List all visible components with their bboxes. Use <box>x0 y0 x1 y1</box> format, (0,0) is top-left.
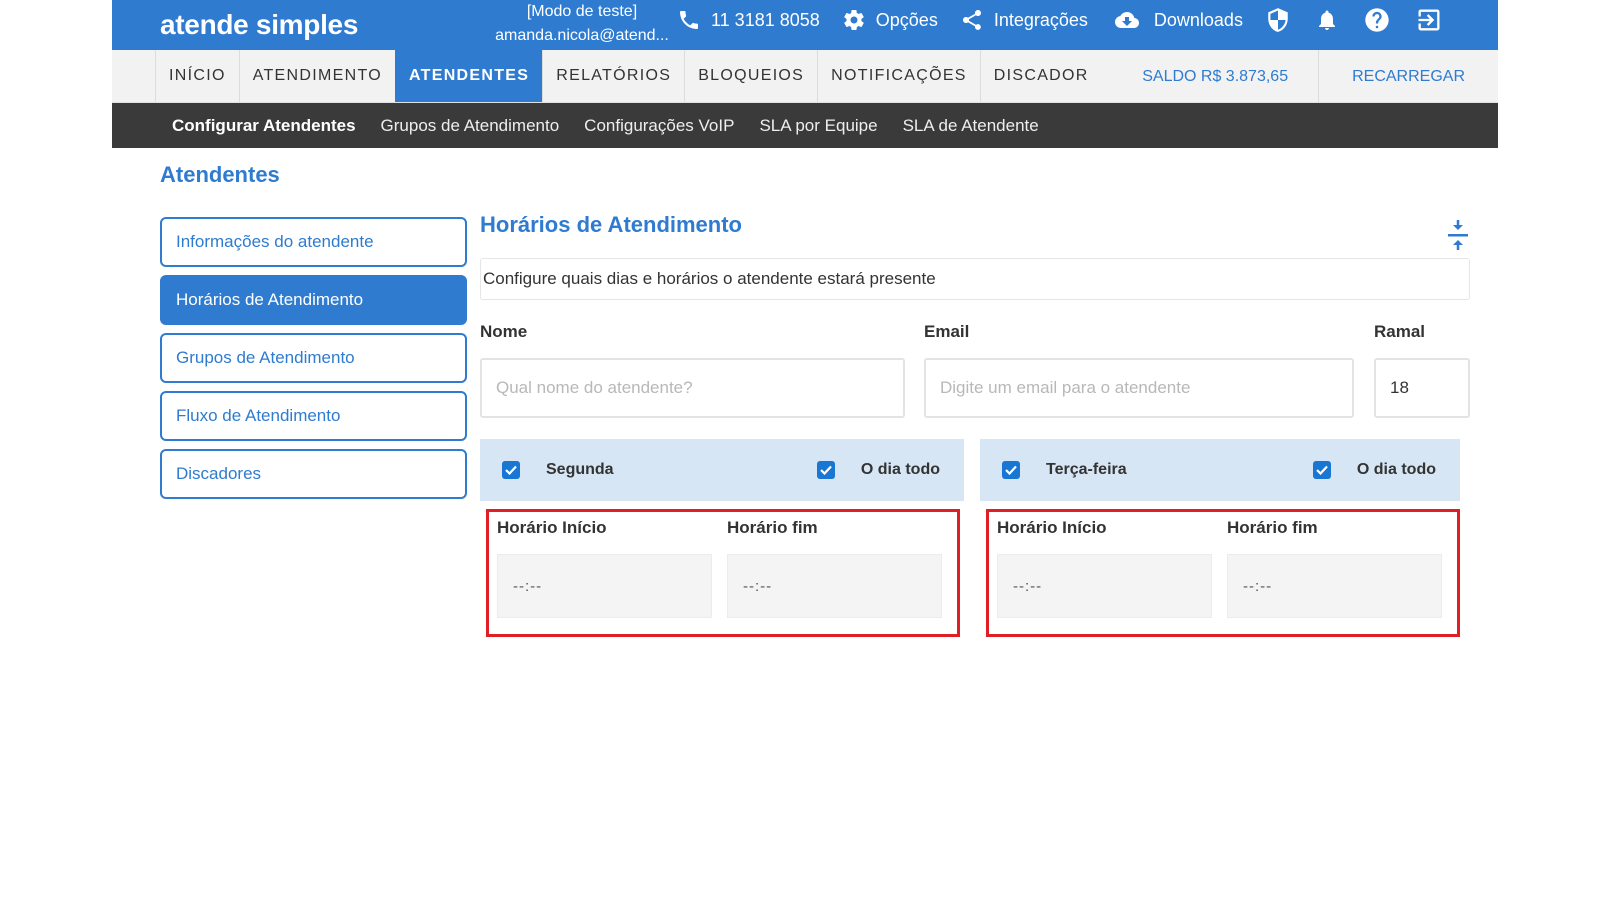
email-field-group: Email <box>924 322 1354 418</box>
subnav-sla-de-atendente[interactable]: SLA de Atendente <box>903 116 1039 136</box>
start-time-group: Horário Início --:-- <box>997 518 1212 618</box>
shield-icon <box>1268 8 1288 32</box>
help-icon <box>1365 8 1389 32</box>
time-range-highlight: Horário Início --:-- Horário fim --:-- <box>986 509 1460 637</box>
day-checkbox[interactable] <box>502 461 520 479</box>
end-time-label: Horário fim <box>1227 518 1318 537</box>
top-actions: 11 3181 8058 Opções Integrações Download… <box>677 0 1467 40</box>
collapse-icon[interactable] <box>1446 218 1470 252</box>
end-time-input[interactable]: --:-- <box>1227 554 1442 618</box>
subnav-configurar-atendentes[interactable]: Configurar Atendentes <box>172 116 356 136</box>
balance-link[interactable]: SALDO R$ 3.873,65 <box>1082 50 1318 103</box>
day-card-segunda: Segunda O dia todo Horário Início --:-- <box>480 439 964 637</box>
nav-right: SALDO R$ 3.873,65 RECARREGAR <box>1082 50 1498 103</box>
start-time-label: Horário Início <box>497 518 607 537</box>
logout-button[interactable] <box>1415 6 1443 34</box>
start-time-group: Horário Início --:-- <box>497 518 712 618</box>
options-label: Opções <box>875 9 938 30</box>
day-header: Segunda O dia todo <box>480 439 964 501</box>
share-icon <box>962 10 981 30</box>
end-time-input[interactable]: --:-- <box>727 554 942 618</box>
bell-icon <box>1318 10 1335 30</box>
start-time-input[interactable]: --:-- <box>497 554 712 618</box>
nav-atendimento[interactable]: ATENDIMENTO <box>238 50 395 102</box>
day-name: Terça-feira <box>1046 461 1127 478</box>
time-range-highlight: Horário Início --:-- Horário fim --:-- <box>486 509 960 637</box>
content-panel: Horários de Atendimento Configure quais … <box>480 212 1470 649</box>
end-time-group: Horário fim --:-- <box>727 518 942 618</box>
section-description: Configure quais dias e horários o atende… <box>480 258 1470 300</box>
allday-label: O dia todo <box>860 461 940 478</box>
day-checkbox[interactable] <box>1002 461 1020 479</box>
day-name: Segunda <box>546 461 614 478</box>
help-button[interactable] <box>1363 6 1391 34</box>
email-label: Email <box>924 322 970 341</box>
allday-toggle: O dia todo <box>816 439 940 501</box>
notifications-button[interactable] <box>1315 7 1339 33</box>
side-item-grupos[interactable]: Grupos de Atendimento <box>160 333 467 383</box>
subnav-sla-por-equipe[interactable]: SLA por Equipe <box>759 116 877 136</box>
app-frame: atende simples [Modo de teste] amanda.ni… <box>112 0 1498 900</box>
check-icon <box>820 465 832 475</box>
nav-inicio[interactable]: INÍCIO <box>155 50 239 102</box>
page-title: Atendentes <box>160 162 280 187</box>
phone-icon <box>680 11 698 29</box>
start-time-input[interactable]: --:-- <box>997 554 1212 618</box>
allday-checkbox[interactable] <box>816 461 835 479</box>
downloads-label: Downloads <box>1153 9 1243 30</box>
day-card-terca: Terça-feira O dia todo Horário Início --… <box>980 439 1460 637</box>
section-title: Horários de Atendimento <box>480 212 742 237</box>
subnav-grupos-de-atendimento[interactable]: Grupos de Atendimento <box>381 116 560 136</box>
options-button[interactable]: Opções <box>842 8 938 32</box>
nav-atendentes[interactable]: ATENDENTES <box>394 50 543 102</box>
ramal-label: Ramal <box>1374 322 1426 341</box>
user-email: amanda.nicola@atend... <box>495 27 669 44</box>
days-grid: Segunda O dia todo Horário Início --:-- <box>480 439 1470 649</box>
allday-toggle: O dia todo <box>1312 439 1436 501</box>
subnav-configuracoes-voip[interactable]: Configurações VoIP <box>584 116 734 136</box>
phone-number: 11 3181 8058 <box>711 9 820 30</box>
sub-nav: Configurar Atendentes Grupos de Atendime… <box>112 103 1498 148</box>
side-item-informacoes[interactable]: Informações do atendente <box>160 217 467 267</box>
nav-notificacoes[interactable]: NOTIFICAÇÕES <box>817 50 980 102</box>
security-button[interactable] <box>1265 6 1291 34</box>
check-icon <box>1316 465 1328 475</box>
logout-icon <box>1418 9 1440 31</box>
ramal-field-group: Ramal <box>1374 322 1470 418</box>
attendant-fields: Nome Email Ramal <box>480 322 1470 418</box>
end-time-group: Horário fim --:-- <box>1227 518 1442 618</box>
test-mode-label: [Modo de teste] <box>526 3 638 20</box>
top-header: atende simples [Modo de teste] amanda.ni… <box>112 0 1498 50</box>
logo[interactable]: atende simples <box>160 9 358 41</box>
side-item-discadores[interactable]: Discadores <box>160 449 467 499</box>
recharge-link[interactable]: RECARREGAR <box>1318 50 1498 103</box>
start-time-label: Horário Início <box>997 518 1107 537</box>
check-icon <box>505 465 517 475</box>
name-field-group: Nome <box>480 322 905 418</box>
allday-label: O dia todo <box>1356 461 1436 478</box>
cloud-download-icon <box>1114 11 1139 28</box>
integrations-label: Integrações <box>993 9 1088 30</box>
main-nav: INÍCIO ATENDIMENTO ATENDENTES RELATÓRIOS… <box>112 50 1498 103</box>
day-header: Terça-feira O dia todo <box>980 439 1460 501</box>
name-input[interactable] <box>480 358 905 418</box>
nav-relatorios[interactable]: RELATÓRIOS <box>542 50 684 102</box>
allday-checkbox[interactable] <box>1312 461 1331 479</box>
downloads-button[interactable]: Downloads <box>1110 8 1243 32</box>
name-label: Nome <box>480 322 528 341</box>
end-time-label: Horário fim <box>727 518 818 537</box>
side-item-horarios[interactable]: Horários de Atendimento <box>160 275 467 325</box>
nav-bloqueios[interactable]: BLOQUEIOS <box>684 50 817 102</box>
user-box[interactable]: [Modo de teste] amanda.nicola@atend... <box>482 0 682 48</box>
gear-icon <box>844 10 864 31</box>
integrations-button[interactable]: Integrações <box>960 8 1088 32</box>
check-icon <box>1005 465 1017 475</box>
phone-link[interactable]: 11 3181 8058 <box>677 8 820 32</box>
ramal-input[interactable] <box>1374 358 1470 418</box>
email-input[interactable] <box>924 358 1354 418</box>
side-item-fluxo[interactable]: Fluxo de Atendimento <box>160 391 467 441</box>
side-menu: Informações do atendente Horários de Ate… <box>160 217 467 507</box>
